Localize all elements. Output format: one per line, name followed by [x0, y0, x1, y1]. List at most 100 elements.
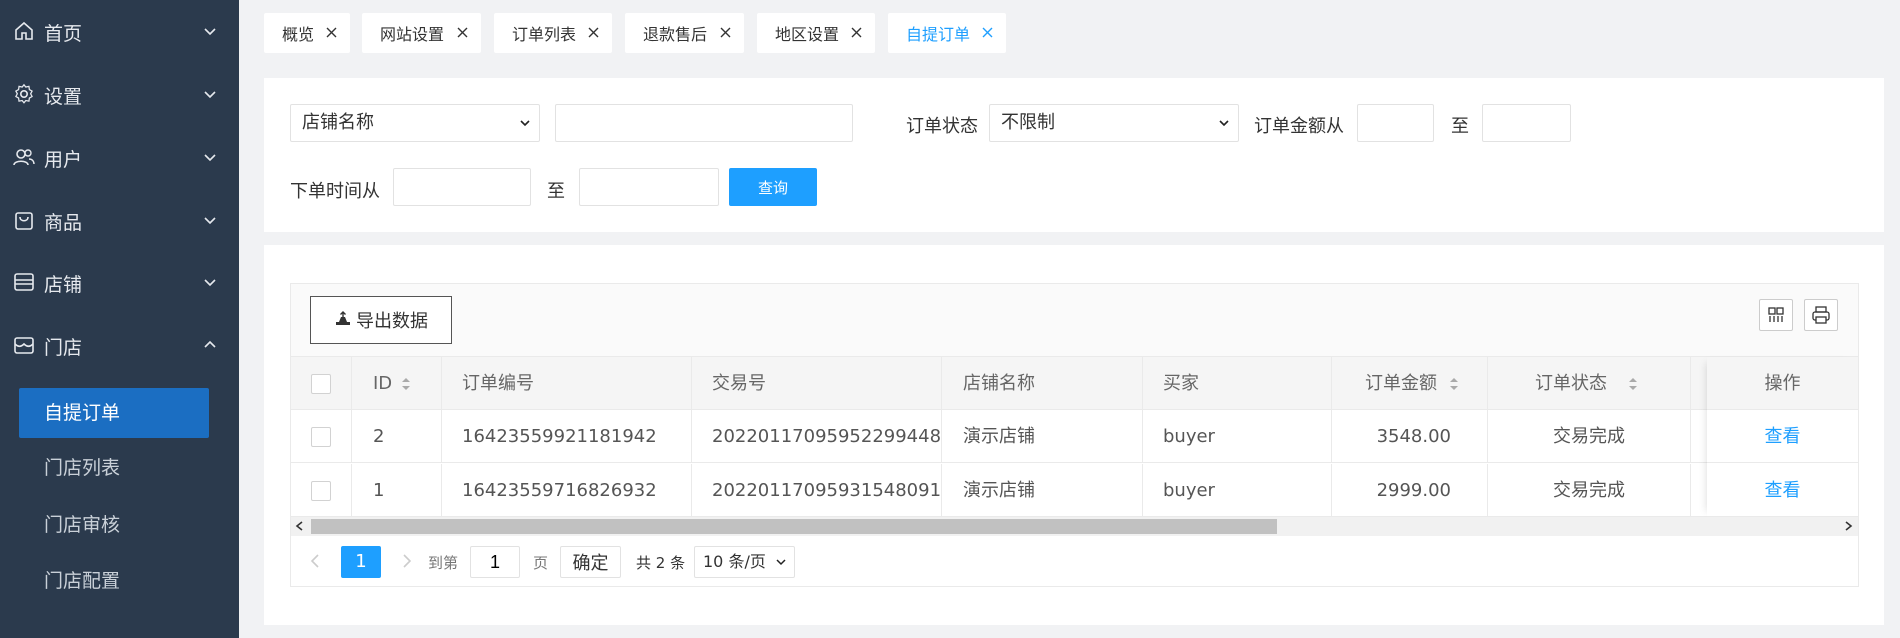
chevron-down-icon	[204, 217, 216, 225]
time-end-input[interactable]	[579, 168, 719, 206]
chevron-right-icon[interactable]	[1842, 520, 1854, 532]
total-count: 共 2 条	[636, 554, 686, 572]
select-all-checkbox[interactable]	[311, 374, 331, 394]
goto-confirm-button[interactable]: 确定	[560, 546, 621, 578]
amount-min-input[interactable]	[1357, 104, 1434, 142]
cell-status: 交易完成	[1553, 480, 1625, 501]
column-header-buyer: 买家	[1163, 373, 1199, 394]
amount-label: 订单金额从	[1254, 116, 1344, 137]
tab-refunds[interactable]: 退款售后	[625, 13, 744, 53]
cell-amount: 2999.00	[1376, 480, 1451, 501]
horizontal-scrollbar[interactable]	[291, 517, 1858, 536]
chevron-down-icon	[776, 559, 786, 566]
store-icon	[14, 337, 34, 354]
subnav-store-review[interactable]: 门店审核	[19, 500, 209, 550]
column-header-shop: 店铺名称	[963, 373, 1035, 394]
nav-item-users[interactable]: 用户	[0, 137, 239, 177]
sort-icon[interactable]	[400, 375, 412, 393]
tab-label: 网站设置	[380, 25, 445, 44]
data-table: 导出数据 ID 订单编号 交易号 店铺名称 买家 订单金额 订单状态 操作 2 …	[290, 283, 1859, 587]
chevron-left-icon[interactable]	[294, 520, 306, 532]
bag-icon	[15, 212, 33, 230]
tab-label: 退款售后	[643, 25, 708, 44]
subnav-store-config[interactable]: 门店配置	[19, 556, 209, 606]
status-select[interactable]: 不限制	[989, 104, 1239, 142]
shop-field-select[interactable]: 店铺名称	[290, 104, 540, 142]
close-icon[interactable]	[325, 26, 338, 39]
view-link[interactable]: 查看	[1707, 464, 1858, 517]
row-checkbox[interactable]	[311, 427, 331, 447]
column-header-action: 操作	[1764, 373, 1801, 394]
sort-icon[interactable]	[1448, 375, 1460, 393]
nav-item-label: 用户	[44, 149, 83, 171]
next-page-icon[interactable]	[401, 553, 413, 569]
cell-amount: 3548.00	[1376, 426, 1451, 447]
chevron-down-icon	[204, 91, 216, 99]
tab-pickup-orders[interactable]: 自提订单	[888, 13, 1006, 53]
print-icon	[1812, 306, 1830, 324]
gear-icon	[15, 83, 33, 104]
cell-shop: 演示店铺	[963, 426, 1035, 447]
tab-overview[interactable]: 概览	[264, 13, 350, 53]
sidebar: 首页 设置 用户 商品 店铺 门店 自提订单 门店列表 门店审核 门店配置	[0, 0, 239, 638]
row-checkbox[interactable]	[311, 481, 331, 501]
subnav-pickup-orders[interactable]: 自提订单	[19, 388, 209, 438]
chevron-down-icon	[204, 28, 216, 36]
close-icon[interactable]	[981, 26, 994, 39]
filter-panel: 店铺名称 订单状态 不限制 订单金额从 至 下单时间从 至 查询	[264, 78, 1884, 232]
cell-buyer: buyer	[1163, 426, 1215, 447]
keyword-input[interactable]	[555, 104, 853, 142]
scrollbar-thumb[interactable]	[311, 519, 1277, 534]
goto-page-input[interactable]	[470, 546, 520, 578]
export-button[interactable]: 导出数据	[310, 296, 452, 344]
tab-order-list[interactable]: 订单列表	[494, 13, 612, 53]
amount-max-input[interactable]	[1482, 104, 1571, 142]
table-row: 1 16423559716826932 20220117095931548091…	[291, 464, 1858, 517]
subnav-store-list[interactable]: 门店列表	[19, 443, 209, 493]
chevron-up-icon	[204, 340, 216, 348]
page-number-current[interactable]: 1	[341, 546, 381, 578]
tab-region-settings[interactable]: 地区设置	[757, 13, 875, 53]
close-icon[interactable]	[719, 26, 732, 39]
shop-icon	[14, 273, 34, 291]
table-header: ID 订单编号 交易号 店铺名称 买家 订单金额 订单状态 操作	[291, 357, 1858, 410]
pagination: 1 到第 页 确定 共 2 条 10 条/页	[291, 536, 1858, 586]
nav-item-settings[interactable]: 设置	[0, 74, 239, 114]
cell-order-no: 16423559921181942	[462, 426, 657, 447]
print-button[interactable]	[1804, 299, 1838, 331]
column-header-status: 订单状态	[1535, 373, 1607, 394]
chevron-down-icon	[1219, 120, 1229, 127]
close-icon[interactable]	[587, 26, 600, 39]
nav-item-label: 首页	[44, 23, 83, 45]
to-label: 至	[1451, 116, 1469, 137]
view-link[interactable]: 查看	[1707, 410, 1858, 463]
query-button[interactable]: 查询	[729, 168, 817, 206]
users-icon	[13, 149, 35, 166]
sort-icon[interactable]	[1627, 375, 1639, 393]
page-size-select[interactable]: 10 条/页	[694, 546, 795, 578]
nav-item-goods[interactable]: 商品	[0, 200, 239, 240]
prev-page-icon[interactable]	[309, 553, 321, 569]
time-label: 下单时间从	[290, 181, 380, 202]
to-label: 至	[547, 181, 565, 202]
home-icon	[15, 21, 33, 40]
nav-item-store[interactable]: 门店	[0, 325, 239, 365]
nav-item-shop[interactable]: 店铺	[0, 262, 239, 302]
close-icon[interactable]	[850, 26, 863, 39]
tab-label: 订单列表	[512, 25, 577, 44]
time-start-input[interactable]	[393, 168, 531, 206]
tab-label: 地区设置	[775, 25, 840, 44]
columns-toggle-button[interactable]	[1759, 299, 1793, 331]
column-header-trade-no: 交易号	[712, 373, 766, 394]
status-label: 订单状态	[906, 116, 978, 137]
cell-buyer: buyer	[1163, 480, 1215, 501]
cell-shop: 演示店铺	[963, 480, 1035, 501]
page-size-value: 10 条/页	[703, 552, 766, 571]
page-label: 页	[533, 554, 549, 572]
tab-label: 概览	[282, 25, 315, 44]
close-icon[interactable]	[456, 26, 469, 39]
column-header-order-no: 订单编号	[462, 373, 534, 394]
columns-icon	[1768, 307, 1784, 322]
nav-item-home[interactable]: 首页	[0, 11, 239, 51]
tab-site-settings[interactable]: 网站设置	[362, 13, 481, 53]
